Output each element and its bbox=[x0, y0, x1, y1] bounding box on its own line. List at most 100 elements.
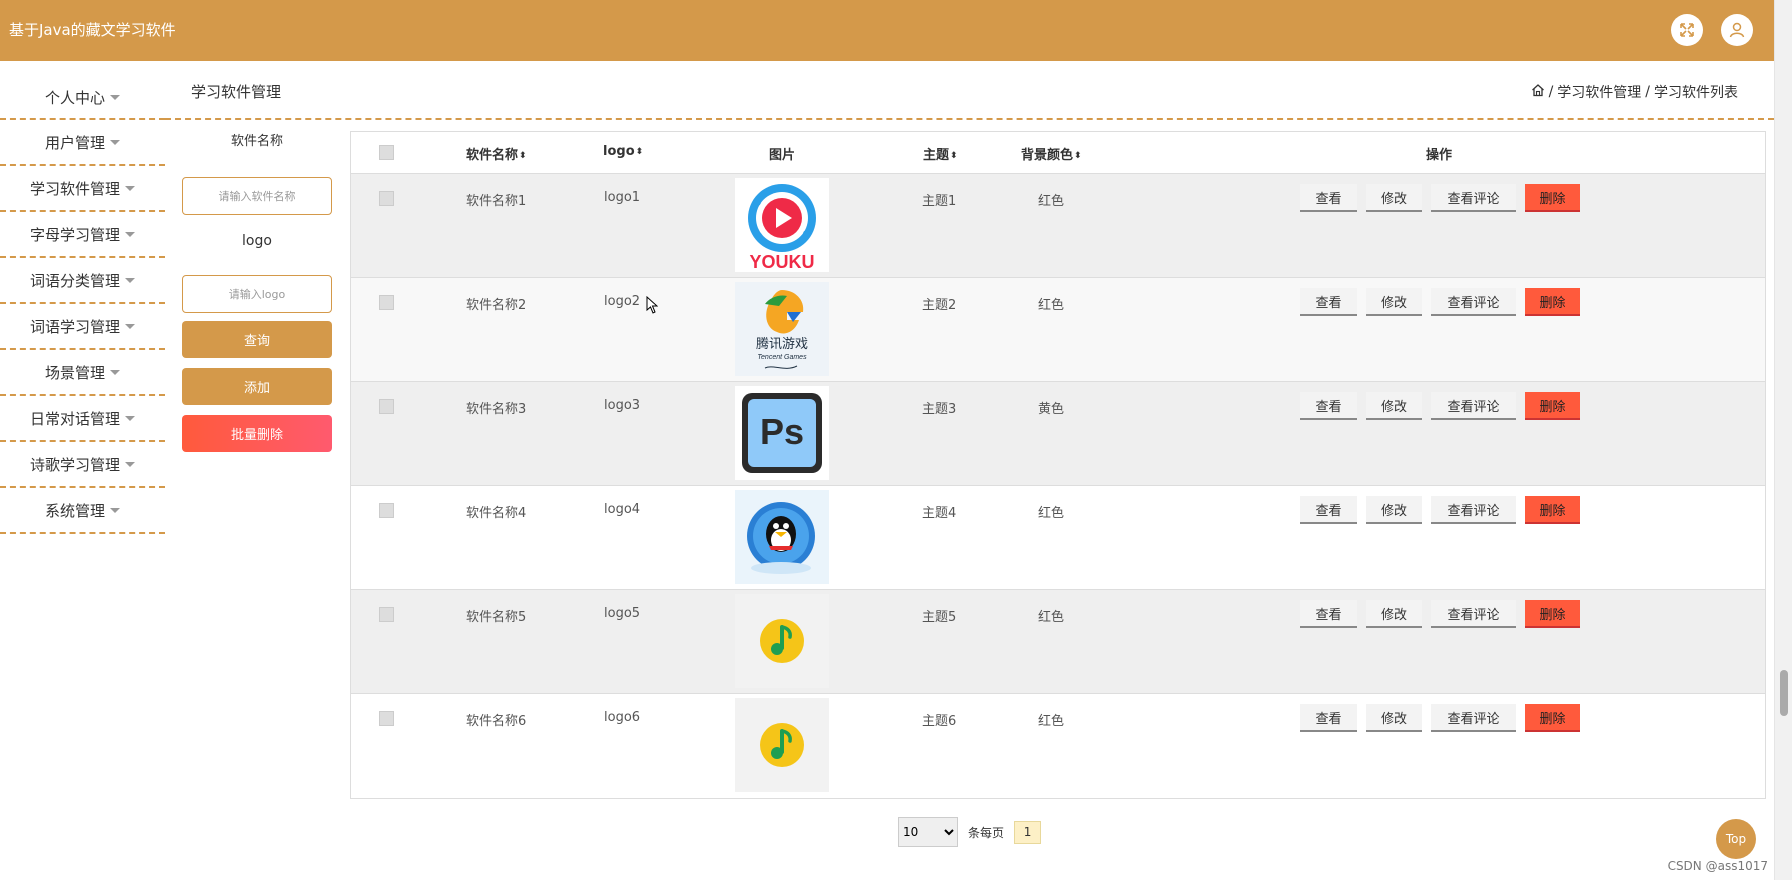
view-button[interactable]: 查看 bbox=[1300, 704, 1357, 732]
edit-button[interactable]: 修改 bbox=[1366, 600, 1422, 628]
row-checkbox[interactable] bbox=[379, 295, 394, 310]
sidebar-item-label: 诗歌学习管理 bbox=[29, 455, 120, 474]
software-bgcolor: 黄色 bbox=[1038, 402, 1065, 417]
view-button[interactable]: 查看 bbox=[1300, 600, 1357, 628]
caret-down-icon bbox=[110, 369, 120, 375]
sidebar-item-users[interactable]: 用户管理 bbox=[0, 120, 165, 166]
sidebar: 个人中心 bbox=[0, 75, 165, 119]
breadcrumb-item-software[interactable]: 学习软件管理 bbox=[1557, 82, 1641, 102]
header-logo-label: logo bbox=[603, 144, 635, 159]
sidebar-item-system[interactable]: 系统管理 bbox=[0, 488, 165, 534]
batch-delete-button[interactable]: 批量删除 bbox=[182, 415, 332, 452]
software-theme: 主题3 bbox=[922, 402, 957, 417]
row-checkbox[interactable] bbox=[379, 607, 394, 622]
delete-button[interactable]: 删除 bbox=[1525, 600, 1580, 628]
caret-down-icon bbox=[110, 139, 120, 145]
software-theme: 主题5 bbox=[922, 610, 957, 625]
delete-button[interactable]: 删除 bbox=[1525, 288, 1580, 316]
home-icon[interactable] bbox=[1531, 83, 1545, 101]
software-logo: logo1 bbox=[604, 190, 641, 205]
row-checkbox[interactable] bbox=[379, 191, 394, 206]
view-comments-button[interactable]: 查看评论 bbox=[1431, 392, 1516, 420]
sort-icon: ⬍ bbox=[950, 151, 958, 161]
row-checkbox[interactable] bbox=[379, 711, 394, 726]
view-button[interactable]: 查看 bbox=[1300, 288, 1357, 316]
user-icon[interactable] bbox=[1721, 14, 1753, 46]
row-checkbox[interactable] bbox=[379, 503, 394, 518]
page-scrollbar[interactable] bbox=[1774, 0, 1792, 880]
view-comments-button[interactable]: 查看评论 bbox=[1431, 600, 1516, 628]
delete-button[interactable]: 删除 bbox=[1525, 184, 1580, 212]
edit-button[interactable]: 修改 bbox=[1366, 704, 1422, 732]
header-actions: 操作 bbox=[1426, 148, 1453, 163]
view-comments-button[interactable]: 查看评论 bbox=[1431, 704, 1516, 732]
fullscreen-icon[interactable] bbox=[1671, 14, 1703, 46]
table-row: 软件名称3 logo3 Ps 主题3 黄色 查看 修改 查看评论 删除 bbox=[351, 382, 1765, 486]
add-button[interactable]: 添加 bbox=[182, 368, 332, 405]
software-logo: logo5 bbox=[604, 606, 641, 621]
software-theme: 主题6 bbox=[922, 714, 957, 729]
youku-wordmark: YOUKU bbox=[749, 252, 814, 272]
view-comments-button[interactable]: 查看评论 bbox=[1431, 184, 1516, 212]
view-button[interactable]: 查看 bbox=[1300, 392, 1357, 420]
caret-down-icon bbox=[125, 461, 135, 467]
sidebar-item-poems[interactable]: 诗歌学习管理 bbox=[0, 442, 165, 488]
header-theme[interactable]: 主题⬍ bbox=[923, 144, 958, 163]
photoshop-logo-image: Ps bbox=[735, 386, 829, 480]
watermark: CSDN @ass1017 bbox=[1667, 859, 1768, 873]
sort-icon: ⬍ bbox=[1074, 151, 1082, 161]
software-table: 软件名称⬍ logo⬍ 图片 主题⬍ 背景颜色⬍ 操作 软件名称1 logo1 … bbox=[350, 131, 1766, 799]
page-number-current[interactable]: 1 bbox=[1014, 820, 1042, 844]
top-bar: 基于Java的藏文学习软件 bbox=[0, 0, 1774, 61]
page-size-select[interactable]: 10 bbox=[898, 817, 958, 847]
view-comments-button[interactable]: 查看评论 bbox=[1431, 496, 1516, 524]
sidebar-item-software[interactable]: 学习软件管理 bbox=[0, 166, 165, 212]
sort-icon: ⬍ bbox=[635, 147, 644, 157]
caret-down-icon bbox=[110, 507, 120, 513]
header-bgcolor[interactable]: 背景颜色⬍ bbox=[1021, 144, 1082, 163]
name-label: 软件名称 bbox=[230, 134, 283, 149]
view-comments-button[interactable]: 查看评论 bbox=[1431, 288, 1516, 316]
scrollbar-thumb[interactable] bbox=[1780, 670, 1788, 716]
header-name[interactable]: 软件名称⬍ bbox=[466, 144, 527, 163]
software-bgcolor: 红色 bbox=[1038, 194, 1065, 209]
logo-search-input[interactable] bbox=[182, 275, 332, 313]
qq-penguin-logo-image bbox=[735, 490, 829, 584]
table-row: 软件名称6 logo6 主题6 红色 查看 修改 查看评论 删除 bbox=[351, 694, 1765, 798]
row-checkbox[interactable] bbox=[379, 399, 394, 414]
name-search-input[interactable] bbox=[182, 177, 332, 215]
per-page-label: 条每页 bbox=[968, 825, 1005, 840]
header-logo[interactable]: logo⬍ bbox=[603, 144, 643, 159]
edit-button[interactable]: 修改 bbox=[1366, 288, 1422, 316]
edit-button[interactable]: 修改 bbox=[1366, 392, 1422, 420]
sidebar-item-dialogues[interactable]: 日常对话管理 bbox=[0, 396, 165, 442]
sidebar-item-personal-center[interactable]: 个人中心 bbox=[0, 75, 165, 119]
tencent-games-logo-image: 腾讯游戏 Tencent Games bbox=[735, 282, 829, 376]
view-button[interactable]: 查看 bbox=[1300, 496, 1357, 524]
photoshop-wordmark: Ps bbox=[760, 411, 804, 452]
edit-button[interactable]: 修改 bbox=[1366, 184, 1422, 212]
view-button[interactable]: 查看 bbox=[1300, 184, 1357, 212]
caret-down-icon bbox=[125, 185, 135, 191]
select-all-checkbox[interactable] bbox=[379, 145, 394, 160]
sidebar-item-label: 系统管理 bbox=[44, 501, 105, 520]
software-bgcolor: 红色 bbox=[1038, 714, 1065, 729]
content-header: 学习软件管理 / 学习软件管理 / 学习软件列表 bbox=[165, 75, 1774, 120]
breadcrumb-separator: / bbox=[1645, 84, 1650, 100]
delete-button[interactable]: 删除 bbox=[1525, 704, 1580, 732]
breadcrumb-item-list: 学习软件列表 bbox=[1654, 85, 1738, 101]
header-name-label: 软件名称 bbox=[466, 148, 519, 163]
delete-button[interactable]: 删除 bbox=[1525, 392, 1580, 420]
app-title: 基于Java的藏文学习软件 bbox=[9, 21, 176, 39]
header-theme-label: 主题 bbox=[923, 148, 950, 163]
sidebar-item-label: 用户管理 bbox=[44, 133, 105, 152]
sidebar-item-scenes[interactable]: 场景管理 bbox=[0, 350, 165, 396]
sidebar-item-word-category[interactable]: 词语分类管理 bbox=[0, 258, 165, 304]
delete-button[interactable]: 删除 bbox=[1525, 496, 1580, 524]
query-button[interactable]: 查询 bbox=[182, 321, 332, 358]
back-to-top-button[interactable]: Top bbox=[1716, 819, 1756, 859]
sidebar-item-word-learning[interactable]: 词语学习管理 bbox=[0, 304, 165, 350]
edit-button[interactable]: 修改 bbox=[1366, 496, 1422, 524]
sidebar-item-letters[interactable]: 字母学习管理 bbox=[0, 212, 165, 258]
sidebar-item-label: 词语分类管理 bbox=[29, 271, 120, 290]
